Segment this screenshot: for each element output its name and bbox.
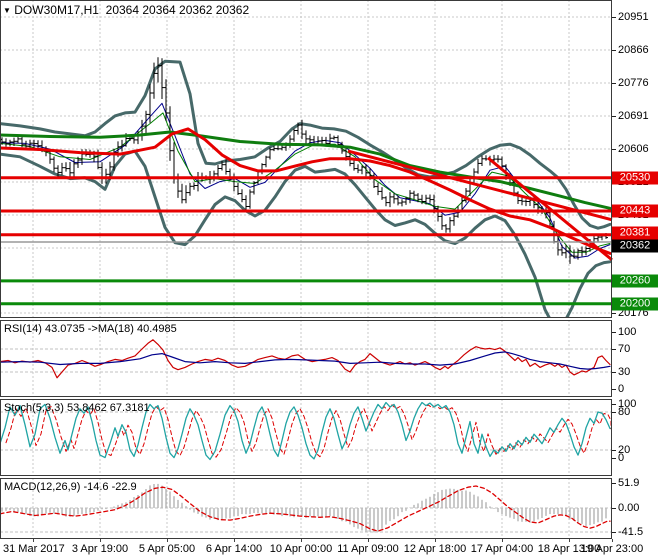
y-axis-tick-mark bbox=[612, 389, 616, 390]
x-axis-tick-mark bbox=[301, 539, 302, 542]
x-axis-tick-mark bbox=[435, 539, 436, 542]
rsi-axis-tick-label: 0 bbox=[618, 383, 625, 395]
chart-symbol-period: DOW30M17,H1 bbox=[14, 3, 99, 17]
rsi-indicator-label: RSI(14) 43.0735 ->MA(18) 40.4985 bbox=[4, 323, 177, 335]
y-axis-tick-mark bbox=[612, 412, 616, 413]
x-axis-tick-mark bbox=[569, 539, 570, 542]
price-level-badge: 20530 bbox=[612, 171, 658, 185]
price-axis-tick-label: 20691 bbox=[618, 110, 649, 122]
price-level-badge: 20443 bbox=[612, 204, 658, 218]
x-axis-tick-mark bbox=[612, 539, 613, 542]
macd-axis-tick-label: 0.00 bbox=[618, 502, 640, 514]
rsi-axis-tick-label: 30 bbox=[618, 366, 631, 378]
symbol-marker-icon: ▼ bbox=[3, 6, 11, 15]
x-axis-time-label: 31 Mar 2017 bbox=[3, 543, 65, 555]
trendline-1 bbox=[347, 149, 613, 222]
macd-indicator-label: MACD(12,26,9) -14.6 -22.9 bbox=[4, 481, 137, 493]
y-axis-tick-mark bbox=[612, 313, 616, 314]
macd-axis-tick-label: -41.5 bbox=[618, 526, 644, 538]
price-level-badge: 20200 bbox=[612, 297, 658, 311]
stoch-axis-tick-label: 0 bbox=[618, 452, 625, 464]
rsi-axis-tick-label: 70 bbox=[618, 343, 631, 355]
x-axis-time-label: 12 Apr 18:00 bbox=[403, 543, 467, 555]
ohlc-bars bbox=[0, 57, 608, 264]
x-axis-tick-mark bbox=[167, 539, 168, 542]
x-axis-time-label: 11 Apr 09:00 bbox=[337, 543, 399, 555]
x-axis-time-label: 17 Apr 04:00 bbox=[470, 543, 534, 555]
price-axis-tick-label: 20606 bbox=[618, 143, 649, 155]
y-axis-tick-mark bbox=[612, 404, 616, 405]
y-axis-tick-mark bbox=[612, 50, 616, 51]
y-axis-tick-mark bbox=[612, 349, 616, 350]
x-axis-time-label: 6 Apr 14:00 bbox=[205, 543, 263, 555]
price-axis-tick-label: 20776 bbox=[618, 77, 649, 89]
y-axis-tick-mark bbox=[612, 332, 616, 333]
x-axis-tick-mark bbox=[368, 539, 369, 542]
x-axis-time-label: 3 Apr 19:00 bbox=[71, 543, 129, 555]
x-axis-tick-mark bbox=[234, 539, 235, 542]
y-axis-tick-mark bbox=[612, 116, 616, 117]
y-axis-tick-mark bbox=[612, 483, 616, 484]
x-axis-time-label: 19 Apr 23:00 bbox=[580, 543, 644, 555]
y-axis-tick-mark bbox=[612, 83, 616, 84]
x-axis-tick-mark bbox=[33, 539, 34, 542]
y-axis-tick-mark bbox=[612, 149, 616, 150]
y-axis-tick-mark bbox=[612, 458, 616, 459]
macd-axis-tick-label: 51.9 bbox=[618, 477, 640, 489]
stoch-indicator-label: Stoch(5,3,3) 53.8462 67.3181 bbox=[4, 402, 150, 414]
x-axis-tick-mark bbox=[502, 539, 503, 542]
price-axis-tick-label: 20866 bbox=[618, 44, 649, 56]
y-axis-tick-mark bbox=[612, 372, 616, 373]
x-axis-time-label: 10 Apr 00:00 bbox=[269, 543, 333, 555]
y-axis-tick-mark bbox=[612, 17, 616, 18]
y-axis-tick-mark bbox=[612, 450, 616, 451]
price-level-badge: 20381 bbox=[612, 226, 658, 240]
stoch-axis-tick-label: 80 bbox=[618, 406, 631, 418]
price-level-badge: 20260 bbox=[612, 274, 658, 288]
rsi-axis-tick-label: 100 bbox=[618, 326, 637, 338]
y-axis-tick-mark bbox=[612, 508, 616, 509]
chart-ohlc-values: 20364 20364 20362 20362 bbox=[105, 3, 250, 17]
main-chart-plot[interactable] bbox=[0, 0, 613, 318]
current-price-badge: 20362 bbox=[612, 239, 658, 253]
x-axis-tick-mark bbox=[100, 539, 101, 542]
y-axis-tick-mark bbox=[612, 532, 616, 533]
price-axis-tick-label: 20951 bbox=[618, 11, 649, 23]
chart-title: ▼ DOW30M17,H1 20364 20364 20362 20362 bbox=[3, 3, 249, 17]
rsi-ma-line bbox=[0, 351, 611, 370]
x-axis-time-label: 5 Apr 05:00 bbox=[138, 543, 196, 555]
trendline-2 bbox=[487, 156, 613, 262]
trading-chart-window: ▼ DOW30M17,H1 20364 20364 20362 20362 RS… bbox=[0, 0, 660, 560]
